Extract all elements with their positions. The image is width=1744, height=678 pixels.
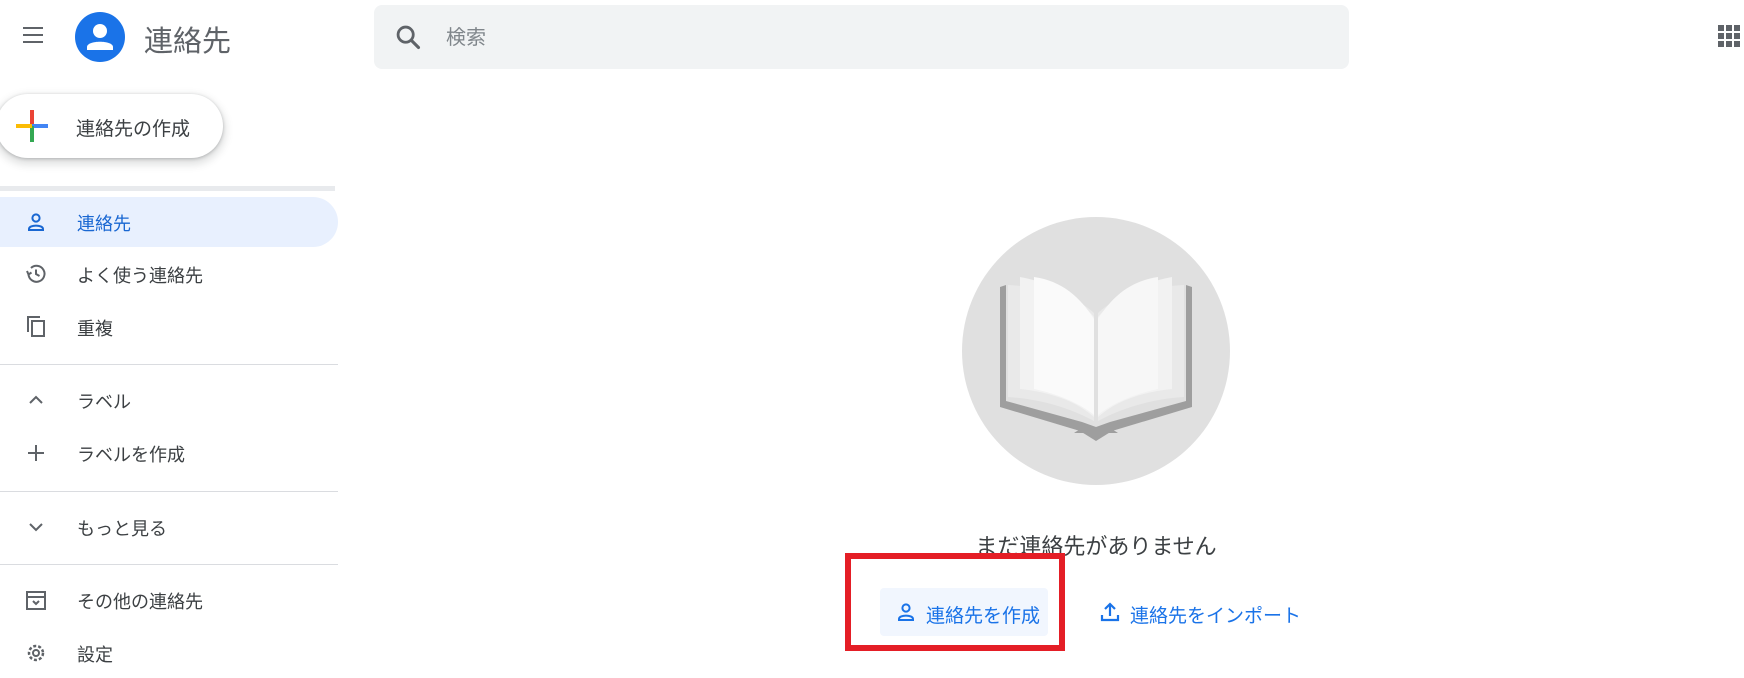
sidebar-item-label: ラベル xyxy=(77,392,131,413)
sidebar-item-label: ラベルを作成 xyxy=(77,445,185,466)
search-input[interactable] xyxy=(446,17,1326,57)
google-apps-icon[interactable] xyxy=(1718,25,1740,47)
sidebar-item-frequent[interactable]: よく使う連絡先 xyxy=(0,249,338,299)
import-contacts-label: 連絡先をインポート xyxy=(1130,605,1302,627)
create-contact-label: 連絡先の作成 xyxy=(76,118,191,140)
person-icon xyxy=(898,603,914,621)
sidebar-item-duplicates[interactable]: 重複 xyxy=(0,302,338,352)
sidebar-divider xyxy=(0,491,338,492)
sidebar-divider xyxy=(0,364,338,365)
create-contact-action-label: 連絡先を作成 xyxy=(926,605,1041,627)
history-icon xyxy=(26,264,46,283)
open-book-illustration xyxy=(1000,277,1192,441)
app-title: 連絡先 xyxy=(144,24,232,58)
upload-icon xyxy=(1100,602,1120,622)
multicolor-plus-icon xyxy=(16,110,48,142)
sidebar-item-other-contacts[interactable]: その他の連絡先 xyxy=(0,575,338,625)
empty-state-message: まだ連絡先がありません xyxy=(975,535,1217,560)
sidebar-item-label: 重複 xyxy=(77,319,113,340)
sidebar-item-more[interactable]: もっと見る xyxy=(0,502,338,552)
plus-icon xyxy=(28,445,44,461)
chevron-down-icon xyxy=(29,523,43,532)
sidebar-item-label: 設定 xyxy=(77,645,113,666)
sidebar-item-label: その他の連絡先 xyxy=(77,592,203,613)
sidebar-item-label: よく使う連絡先 xyxy=(77,266,203,287)
contacts-logo-icon xyxy=(75,12,125,62)
sidebar-item-create-label[interactable]: ラベルを作成 xyxy=(0,428,338,478)
sidebar-top-divider xyxy=(0,186,335,191)
sidebar-item-labels-toggle[interactable]: ラベル xyxy=(0,375,338,425)
search-icon[interactable] xyxy=(394,23,422,51)
sidebar-item-settings[interactable]: 設定 xyxy=(0,628,338,678)
settings-gear-icon xyxy=(27,644,45,662)
sidebar-item-label: 連絡先 xyxy=(77,214,131,235)
main-menu-button[interactable] xyxy=(18,20,48,50)
sidebar-item-contacts[interactable]: 連絡先 xyxy=(0,197,338,247)
create-contact-action-button[interactable]: 連絡先を作成 xyxy=(880,588,1048,636)
hamburger-menu-icon xyxy=(23,27,43,29)
archive-icon xyxy=(26,591,46,610)
import-contacts-button[interactable]: 連絡先をインポート xyxy=(1090,588,1310,636)
chevron-up-icon xyxy=(29,395,43,404)
empty-state-illustration xyxy=(962,217,1230,485)
sidebar-item-label: もっと見る xyxy=(77,519,167,540)
create-contact-button[interactable]: 連絡先の作成 xyxy=(0,94,223,158)
copy-icon xyxy=(27,316,45,337)
sidebar-divider xyxy=(0,564,338,565)
top-bar: 連絡先 xyxy=(0,0,1744,72)
person-icon xyxy=(28,213,44,231)
search-bar[interactable] xyxy=(374,5,1349,69)
